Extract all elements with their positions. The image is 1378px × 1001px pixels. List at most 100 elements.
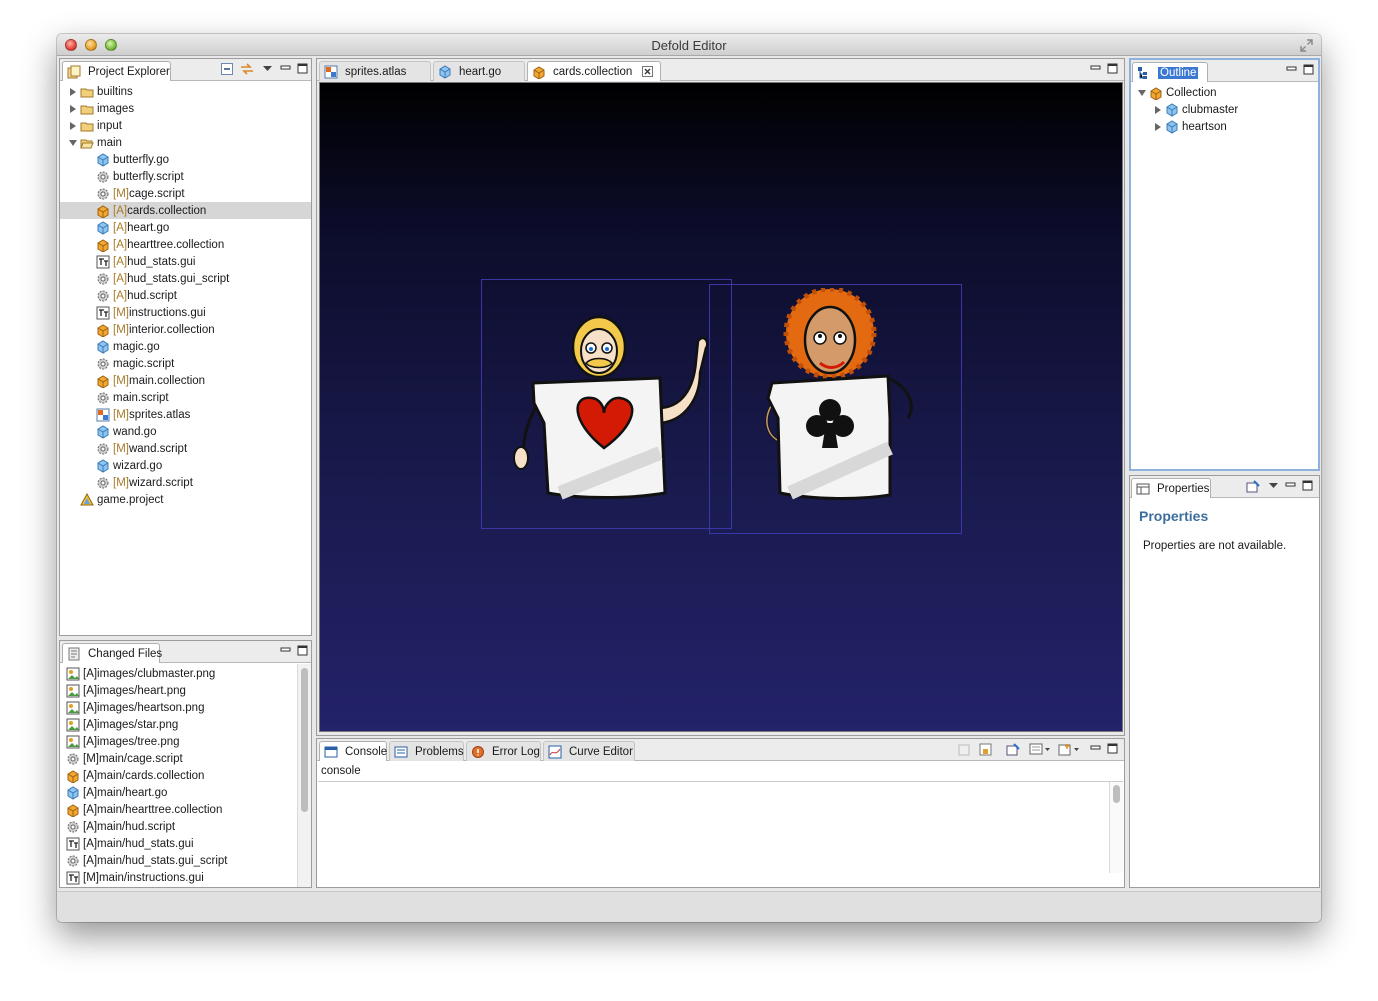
maximize-icon[interactable] bbox=[1107, 63, 1118, 74]
tree-item[interactable]: [M] interior.collection bbox=[60, 321, 311, 338]
changed-file-item[interactable]: [A]images/clubmaster.png bbox=[60, 665, 297, 682]
outline-item-label: heartson bbox=[1182, 120, 1227, 133]
tab-project-explorer[interactable]: Project Explorer bbox=[62, 61, 171, 81]
display-console-icon[interactable] bbox=[1029, 743, 1051, 756]
outline-panel: Outline Collection clubmaster heartson bbox=[1129, 58, 1320, 471]
tree-item[interactable]: wizard.go bbox=[60, 457, 311, 474]
open-console-icon[interactable] bbox=[1058, 743, 1080, 756]
expanded-arrow-icon[interactable] bbox=[1137, 88, 1147, 98]
tree-item[interactable]: [M] instructions.gui bbox=[60, 304, 311, 321]
maximize-icon[interactable] bbox=[297, 645, 308, 656]
maximize-icon[interactable] bbox=[1303, 64, 1314, 75]
tree-item[interactable]: [A] hud_stats.gui bbox=[60, 253, 311, 270]
pin-console-icon[interactable] bbox=[1006, 743, 1020, 756]
changed-file-item[interactable]: [A]main/hud_stats.gui_script bbox=[60, 852, 297, 869]
tree-item[interactable]: [A] hud.script bbox=[60, 287, 311, 304]
collapse-all-icon[interactable] bbox=[221, 63, 233, 75]
tree-item[interactable]: magic.script bbox=[60, 355, 311, 372]
minimize-icon[interactable] bbox=[1090, 63, 1101, 74]
changed-file-item[interactable]: [A]images/heart.png bbox=[60, 682, 297, 699]
outline-root[interactable]: Collection bbox=[1131, 84, 1318, 101]
minimize-icon[interactable] bbox=[280, 645, 291, 656]
tree-item[interactable]: magic.go bbox=[60, 338, 311, 355]
minimize-icon[interactable] bbox=[280, 63, 291, 74]
editor-tab[interactable]: sprites.atlas bbox=[319, 61, 431, 81]
tree-item[interactable]: main bbox=[60, 134, 311, 151]
console-scrollbar[interactable] bbox=[1109, 782, 1123, 873]
tree-item[interactable]: [A] heart.go bbox=[60, 219, 311, 236]
outline-item-heartson[interactable]: heartson bbox=[1131, 118, 1318, 135]
tree-item[interactable]: [M] main.collection bbox=[60, 372, 311, 389]
minimize-icon[interactable] bbox=[1286, 64, 1297, 75]
tree-item[interactable]: builtins bbox=[60, 83, 311, 100]
collapsed-arrow-icon[interactable] bbox=[1153, 105, 1163, 115]
fullscreen-icon[interactable] bbox=[1300, 39, 1313, 52]
outline-item-label: clubmaster bbox=[1182, 103, 1239, 116]
changed-file-item[interactable]: [A]images/tree.png bbox=[60, 733, 297, 750]
changed-file-label: [A]images/tree.png bbox=[83, 735, 180, 748]
tree-item[interactable]: game.project bbox=[60, 491, 311, 508]
clubmaster-sprite[interactable] bbox=[740, 288, 940, 508]
scene-viewport[interactable] bbox=[319, 82, 1123, 732]
tree-item[interactable]: [M] sprites.atlas bbox=[60, 406, 311, 423]
tab-properties[interactable]: Properties bbox=[1131, 478, 1211, 498]
tree-item[interactable]: [A] cards.collection bbox=[60, 202, 311, 219]
console-tab[interactable]: Error Log bbox=[466, 741, 541, 761]
console-output[interactable] bbox=[318, 781, 1123, 873]
tree-item[interactable]: wand.go bbox=[60, 423, 311, 440]
tab-label: Outline bbox=[1158, 66, 1199, 79]
editor-tab[interactable]: heart.go bbox=[433, 61, 525, 81]
changed-file-item[interactable]: [A]main/cards.collection bbox=[60, 767, 297, 784]
editor-tab[interactable]: cards.collection bbox=[527, 61, 661, 81]
heartson-sprite[interactable] bbox=[500, 303, 720, 503]
console-tab[interactable]: Curve Editor bbox=[543, 741, 635, 761]
changed-file-item[interactable]: [A]main/hud_stats.gui bbox=[60, 835, 297, 852]
maximize-icon[interactable] bbox=[1302, 480, 1313, 491]
pin-properties-icon[interactable] bbox=[1246, 480, 1260, 493]
maximize-icon[interactable] bbox=[1107, 743, 1118, 754]
tree-item[interactable]: [M] wizard.script bbox=[60, 474, 311, 491]
tree-item[interactable]: [A] hud_stats.gui_script bbox=[60, 270, 311, 287]
changed-file-item[interactable]: [A]images/heartson.png bbox=[60, 699, 297, 716]
scroll-lock-icon[interactable] bbox=[979, 743, 992, 756]
changed-file-item[interactable]: [A]main/hud.script bbox=[60, 818, 297, 835]
tree-item[interactable]: [A] hearttree.collection bbox=[60, 236, 311, 253]
view-menu-icon[interactable] bbox=[1268, 480, 1279, 491]
tree-item[interactable]: main.script bbox=[60, 389, 311, 406]
changed-file-item[interactable]: [M]main/cage.script bbox=[60, 750, 297, 767]
console-tab[interactable]: Console bbox=[319, 741, 387, 761]
collapsed-arrow-icon[interactable] bbox=[1153, 122, 1163, 132]
tree-item-label: interior.collection bbox=[128, 323, 215, 336]
collapsed-arrow-icon[interactable] bbox=[68, 87, 78, 97]
scrollbar-thumb[interactable] bbox=[1113, 785, 1120, 803]
tree-item-label: instructions.gui bbox=[128, 306, 206, 319]
tree-item[interactable]: [M] cage.script bbox=[60, 185, 311, 202]
outline-item-clubmaster[interactable]: clubmaster bbox=[1131, 101, 1318, 118]
tree-item[interactable]: images bbox=[60, 100, 311, 117]
changed-file-item[interactable]: [A]images/star.png bbox=[60, 716, 297, 733]
close-tab-icon[interactable] bbox=[642, 66, 654, 77]
tree-item[interactable]: [M] wand.script bbox=[60, 440, 311, 457]
vcs-status-flag: [A] bbox=[113, 289, 128, 302]
maximize-icon[interactable] bbox=[297, 63, 308, 74]
console-tab[interactable]: Problems bbox=[389, 741, 464, 761]
link-with-editor-icon[interactable] bbox=[240, 63, 254, 75]
tree-item[interactable]: butterfly.go bbox=[60, 151, 311, 168]
view-menu-icon[interactable] bbox=[262, 63, 273, 74]
tree-item[interactable]: input bbox=[60, 117, 311, 134]
changed-files-scrollbar[interactable] bbox=[297, 664, 311, 887]
clear-console-icon[interactable] bbox=[958, 743, 971, 756]
changed-file-item[interactable]: [A]main/hearttree.collection bbox=[60, 801, 297, 818]
changed-file-item[interactable]: [A]main/heart.go bbox=[60, 784, 297, 801]
collection-icon bbox=[97, 238, 109, 252]
collapsed-arrow-icon[interactable] bbox=[68, 104, 78, 114]
tab-outline[interactable]: Outline bbox=[1132, 62, 1208, 82]
minimize-icon[interactable] bbox=[1090, 743, 1101, 754]
expanded-arrow-icon[interactable] bbox=[68, 138, 78, 148]
collapsed-arrow-icon[interactable] bbox=[68, 121, 78, 131]
minimize-icon[interactable] bbox=[1285, 480, 1296, 491]
tab-changed-files[interactable]: Changed Files bbox=[62, 643, 162, 663]
tree-item[interactable]: butterfly.script bbox=[60, 168, 311, 185]
scrollbar-thumb[interactable] bbox=[301, 668, 308, 812]
changed-file-item[interactable]: [M]main/instructions.gui bbox=[60, 869, 297, 886]
